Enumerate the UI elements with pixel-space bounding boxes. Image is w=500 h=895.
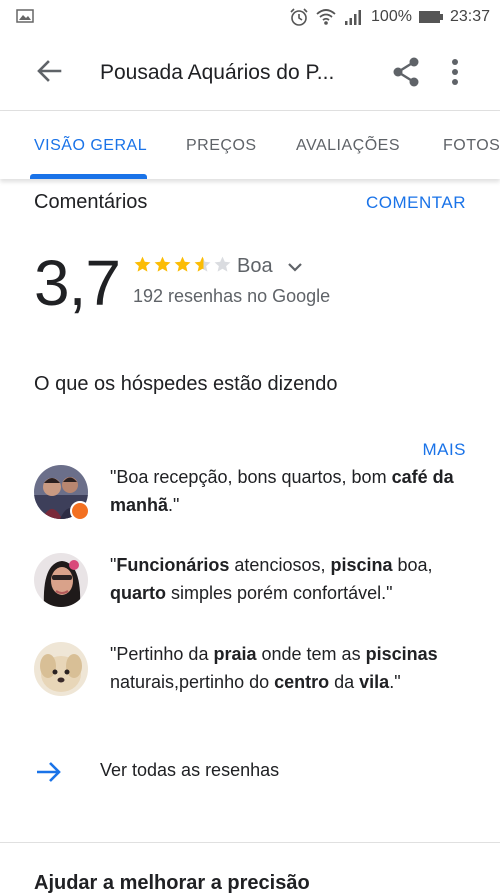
highlighted-term: praia xyxy=(213,644,257,664)
tab-prices[interactable]: PREÇOS xyxy=(186,137,257,155)
share-icon[interactable] xyxy=(390,56,422,88)
signal-icon xyxy=(345,10,362,25)
snippet-text: simples porém confortável." xyxy=(166,583,393,603)
more-options-icon[interactable] xyxy=(443,56,467,88)
guests-heading: O que os hóspedes estão dizendo xyxy=(34,373,338,395)
snippet-text: ." xyxy=(389,672,401,692)
star-icon xyxy=(174,256,191,272)
highlighted-term: Funcionários xyxy=(116,555,230,575)
snippet-text: onde tem as xyxy=(256,644,366,664)
half-star-icon xyxy=(194,256,211,272)
review-count: 192 resenhas no Google xyxy=(133,286,331,306)
back-arrow-icon[interactable] xyxy=(34,56,64,86)
chevron-down-icon[interactable] xyxy=(286,258,304,276)
snippet-text: ." xyxy=(168,495,180,515)
avatar xyxy=(34,642,88,696)
tab-bar: VISÃO GERAL PREÇOS AVALIAÇÕES FOTOS xyxy=(0,111,500,179)
arrow-right-icon xyxy=(37,762,61,782)
snippet-text: naturais,pertinho do xyxy=(110,672,275,692)
star-rating xyxy=(133,255,233,274)
wifi-icon xyxy=(316,9,336,25)
review-quote: "Pertinho da praia onde tem as piscinas … xyxy=(110,640,480,696)
snippet-text: "Boa recepção, bons quartos, bom xyxy=(110,467,392,487)
more-button[interactable]: MAIS xyxy=(422,440,466,460)
battery-icon xyxy=(418,11,443,23)
snippet-text: boa, xyxy=(392,555,433,575)
snippet-text: "Pertinho da xyxy=(110,644,214,664)
battery-percent: 100% xyxy=(371,8,412,25)
highlighted-term: vila xyxy=(359,672,390,692)
improve-accuracy-heading: Ajudar a melhorar a precisão xyxy=(34,872,310,894)
comment-button[interactable]: COMENTAR xyxy=(366,193,466,213)
page-title: Pousada Aquários do P... xyxy=(100,61,335,84)
clock-time: 23:37 xyxy=(449,8,490,25)
tab-overview[interactable]: VISÃO GERAL xyxy=(34,137,147,155)
see-all-reviews-button[interactable]: Ver todas as resenhas xyxy=(34,756,474,788)
image-icon xyxy=(16,9,34,23)
highlighted-term: piscinas xyxy=(365,644,438,664)
highlighted-term: quarto xyxy=(110,583,166,603)
review-quote: "Funcionários atenciosos, piscina boa, q… xyxy=(110,551,480,607)
tab-photos[interactable]: FOTOS xyxy=(443,137,500,155)
section-title: Comentários xyxy=(34,191,148,213)
status-bar: 100% 23:37 xyxy=(0,0,500,34)
active-tab-indicator xyxy=(30,174,147,179)
local-guide-badge xyxy=(70,501,90,521)
empty-star-icon xyxy=(214,256,231,272)
star-icon xyxy=(154,256,171,272)
alarm-icon xyxy=(290,8,308,26)
snippet-text: da xyxy=(329,672,360,692)
highlighted-term: centro xyxy=(274,672,330,692)
rating-score: 3,7 xyxy=(34,247,121,319)
divider xyxy=(0,842,500,843)
app-bar: Pousada Aquários do P... xyxy=(0,34,500,111)
star-icon xyxy=(134,256,151,272)
review-quote: "Boa recepção, bons quartos, bom café da… xyxy=(110,463,480,519)
tab-reviews[interactable]: AVALIAÇÕES xyxy=(296,137,400,155)
snippet-text: atenciosos, xyxy=(229,555,331,575)
rating-label[interactable]: Boa xyxy=(237,255,273,278)
see-all-reviews-label: Ver todas as resenhas xyxy=(100,760,280,780)
avatar xyxy=(34,553,88,607)
highlighted-term: piscina xyxy=(330,555,393,575)
